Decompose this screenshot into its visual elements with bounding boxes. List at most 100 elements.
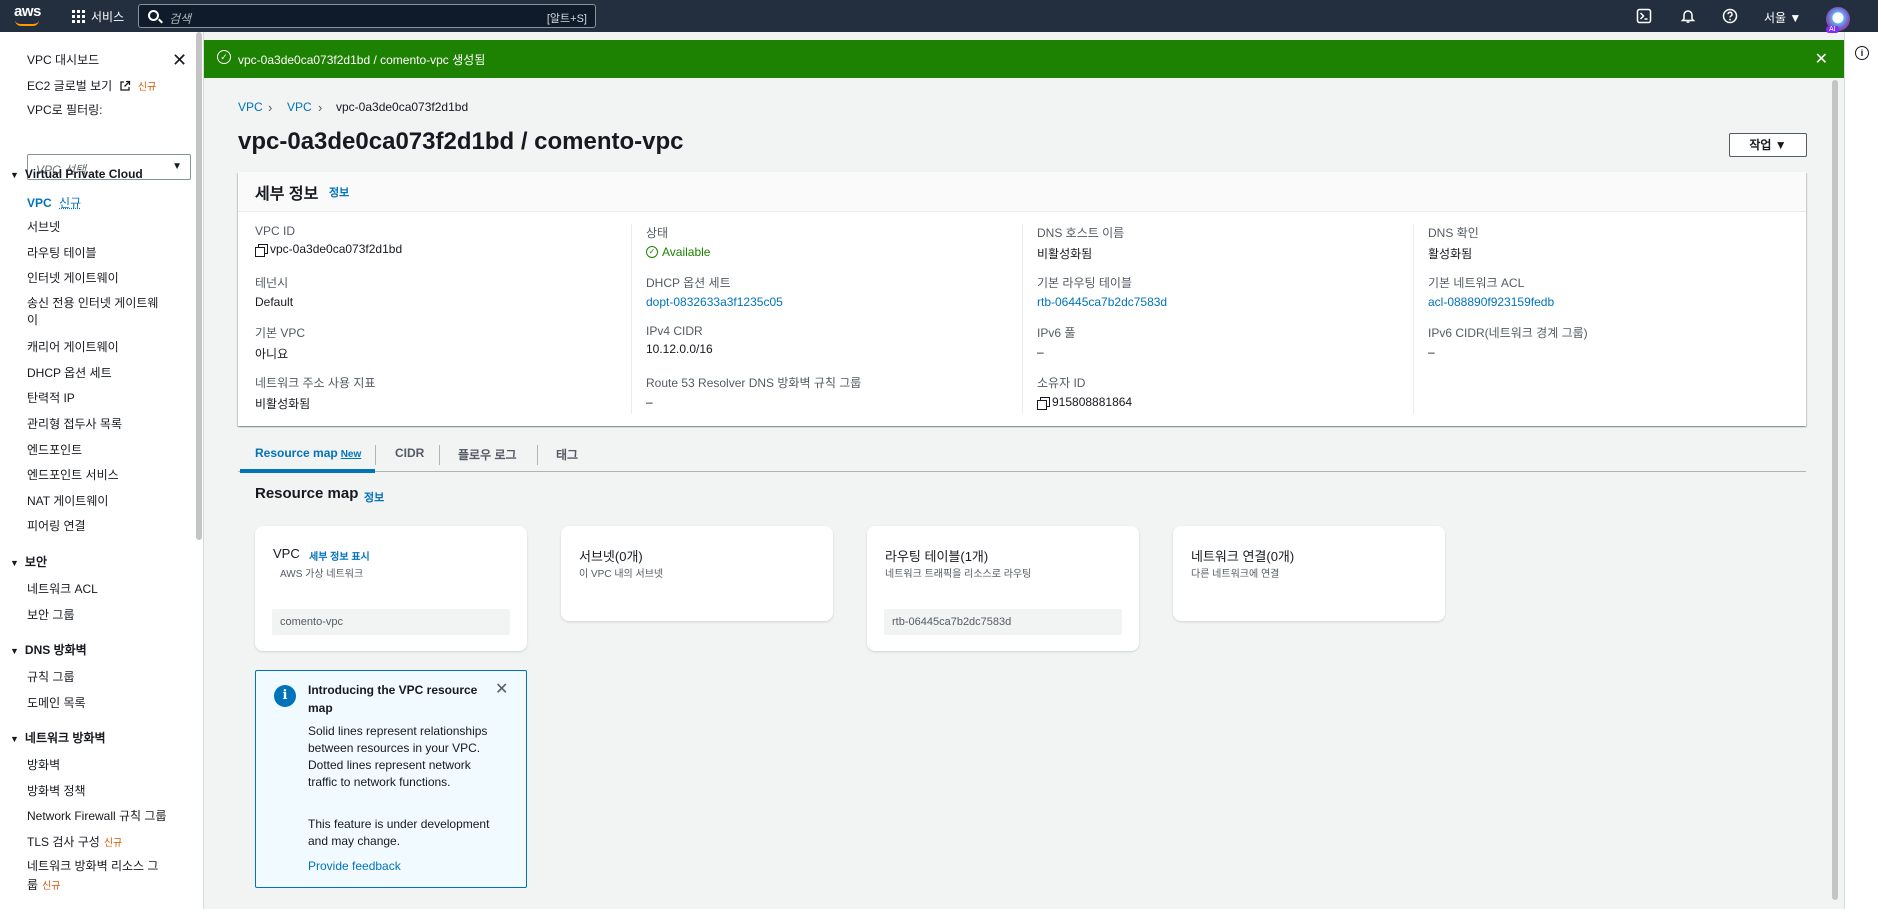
sidebar-item-firewalls[interactable]: 방화벽: [27, 756, 60, 773]
provide-feedback-link[interactable]: Provide feedback: [308, 859, 401, 873]
vpc-filter-label: VPC로 필터링:: [27, 103, 103, 117]
sidebar-item-nat-gateways[interactable]: NAT 게이트웨이: [27, 492, 108, 509]
field-label: 상태: [646, 226, 669, 240]
card-title: 네트워크 연결(0개): [1191, 549, 1295, 564]
sidebar-item-endpoint-services[interactable]: 엔드포인트 서비스: [27, 466, 119, 483]
sidebar-item-security-groups[interactable]: 보안 그룹: [27, 606, 75, 623]
field-value: 10.12.0.0/16: [646, 342, 713, 356]
sidebar-item-endpoints[interactable]: 엔드포인트: [27, 441, 82, 458]
tab-cidr[interactable]: CIDR: [395, 446, 424, 460]
field-vpc-id: VPC ID vpc-0a3de0ca073f2d1bd: [255, 224, 403, 257]
section-virtual-private-cloud[interactable]: Virtual Private Cloud: [10, 167, 143, 181]
sidebar-item-network-acl[interactable]: 네트워크 ACL: [27, 580, 98, 597]
breadcrumb-vpc-1[interactable]: VPC: [238, 100, 263, 114]
sidebar-item-dhcp-option-sets[interactable]: DHCP 옵션 세트: [27, 364, 112, 381]
section-network-firewall[interactable]: 네트워크 방화벽: [10, 729, 106, 746]
sidebar-item-tls-inspection[interactable]: TLS 검사 구성 신규: [27, 833, 122, 850]
grid-icon: [72, 10, 85, 23]
field-value: 비활성화됨: [255, 397, 311, 411]
region-selector[interactable]: 서울 ▼: [1764, 9, 1801, 26]
sidebar-item-route-tables[interactable]: 라우팅 테이블: [27, 244, 97, 261]
sidebar-item-elastic-ip[interactable]: 탄력적 IP: [27, 389, 75, 406]
field-label: 기본 VPC: [255, 326, 306, 340]
card-subtitle: 네트워크 트래픽을 리소스로 라우팅: [885, 569, 1032, 580]
tab-separator: [537, 445, 538, 465]
aws-logo[interactable]: aws: [14, 3, 41, 20]
close-icon[interactable]: ✕: [1815, 49, 1828, 69]
sidebar-item-vpc-dashboard[interactable]: VPC 대시보드: [27, 51, 99, 68]
bell-icon[interactable]: [1680, 8, 1696, 24]
field-label: IPv6 CIDR(네트워크 경계 그룹): [1428, 326, 1588, 340]
card-title: VPC: [273, 546, 300, 561]
sidebar-item-vpc[interactable]: VPC 신규: [27, 194, 81, 211]
main-network-acl-link[interactable]: acl-088890f923159fedb: [1428, 295, 1554, 309]
field-value: 915808881864: [1052, 395, 1133, 409]
sidebar-item-egress-only-igw[interactable]: 송신 전용 인터넷 게이트웨 이: [27, 295, 158, 329]
tab-tags[interactable]: 태그: [556, 446, 578, 463]
search-placeholder: 검색: [169, 12, 192, 26]
field-value: vpc-0a3de0ca073f2d1bd: [270, 242, 403, 256]
cloudshell-icon[interactable]: [1636, 8, 1652, 24]
sidebar: ✕ VPC 대시보드 EC2 글로벌 보기 신규 VPC로 필터링: VPC 선…: [0, 32, 204, 909]
main-route-table-link[interactable]: rtb-06445ca7b2dc7583d: [1037, 295, 1167, 309]
field-tenancy: 테넌시 Default: [255, 274, 293, 309]
services-label: 서비스: [91, 10, 125, 24]
search-shortcut: [알트+S]: [546, 13, 587, 25]
main-scrollbar[interactable]: [1832, 80, 1838, 900]
info-link[interactable]: 정보: [329, 184, 349, 200]
field-label: 네트워크 주소 사용 지표: [255, 376, 376, 390]
close-icon[interactable]: ✕: [495, 679, 508, 699]
info-icon[interactable]: i: [1855, 46, 1869, 60]
field-value: 아니요: [255, 347, 289, 361]
new-badge: 신규: [137, 82, 157, 93]
info-link[interactable]: 정보: [364, 489, 384, 505]
close-icon[interactable]: ✕: [172, 50, 187, 71]
resource-map-title: Resource map: [255, 485, 359, 502]
help-icon[interactable]: [1722, 8, 1738, 24]
actions-dropdown-button[interactable]: 작업 ▼: [1729, 133, 1807, 157]
vpc-chip[interactable]: comento-vpc: [272, 609, 510, 635]
sidebar-item-carrier-gateways[interactable]: 캐리어 게이트웨이: [27, 338, 119, 355]
amazon-q-avatar-icon[interactable]: AI: [1826, 7, 1850, 33]
tab-resource-map[interactable]: Resource map New: [255, 446, 361, 460]
check-circle-icon: ✓: [646, 246, 658, 258]
copy-icon[interactable]: [1037, 396, 1050, 410]
field-value: 활성화됨: [1428, 247, 1473, 261]
section-dns-firewall[interactable]: DNS 방화벽: [10, 641, 87, 658]
field-value: –: [1428, 345, 1435, 359]
sidebar-item-nfw-resource-groups[interactable]: 네트워크 방화벽 리소스 그 룹 신규: [27, 857, 158, 896]
intro-note: This feature is under development and ma…: [308, 817, 490, 848]
dhcp-options-link[interactable]: dopt-0832633a3f1235c05: [646, 295, 783, 309]
caret-down-icon: ▼: [172, 161, 182, 172]
ai-badge: AI: [1826, 26, 1839, 33]
sidebar-item-nfw-rule-groups[interactable]: Network Firewall 규칙 그룹: [27, 807, 167, 824]
sidebar-item-firewall-policies[interactable]: 방화벽 정책: [27, 782, 86, 799]
details-title: 세부 정보: [255, 186, 319, 203]
sidebar-item-peering[interactable]: 피어링 연결: [27, 517, 86, 534]
sidebar-scrollbar[interactable]: [196, 32, 202, 540]
field-ipv6-cidr: IPv6 CIDR(네트워크 경계 그룹) –: [1428, 324, 1588, 359]
field-network-address-usage: 네트워크 주소 사용 지표 비활성화됨: [255, 374, 375, 412]
subnets-card: 서브넷(0개) 이 VPC 내의 서브넷: [561, 526, 833, 621]
field-ipv4-cidr: IPv4 CIDR 10.12.0.0/16: [646, 324, 713, 356]
sidebar-item-domain-lists[interactable]: 도메인 목록: [27, 694, 86, 711]
tab-separator: [375, 445, 376, 465]
tab-flow-logs[interactable]: 플로우 로그: [458, 446, 517, 463]
sidebar-item-label: 룹: [27, 878, 39, 892]
services-menu-button[interactable]: 서비스: [72, 8, 124, 25]
sidebar-item-rule-groups[interactable]: 규칙 그룹: [27, 668, 75, 685]
sidebar-item-managed-prefix-lists[interactable]: 관리형 접두사 목록: [27, 415, 122, 432]
sidebar-item-ec2-global-view[interactable]: EC2 글로벌 보기 신규: [27, 77, 156, 95]
right-tools-panel: i: [1844, 32, 1878, 909]
route-table-chip[interactable]: rtb-06445ca7b2dc7583d: [884, 609, 1122, 635]
search-input[interactable]: 검색 [알트+S]: [138, 4, 596, 28]
column-divider: [1022, 224, 1023, 414]
sidebar-item-subnets[interactable]: 서브넷: [27, 218, 60, 235]
copy-icon[interactable]: [255, 243, 268, 257]
field-value: Available: [662, 245, 711, 259]
show-details-link[interactable]: 세부 정보 표시: [309, 548, 370, 563]
breadcrumb-vpc-2[interactable]: VPC: [287, 100, 312, 114]
column-divider: [1413, 224, 1414, 414]
sidebar-item-internet-gateways[interactable]: 인터넷 게이트웨이: [27, 269, 119, 286]
section-security[interactable]: 보안: [10, 553, 47, 570]
